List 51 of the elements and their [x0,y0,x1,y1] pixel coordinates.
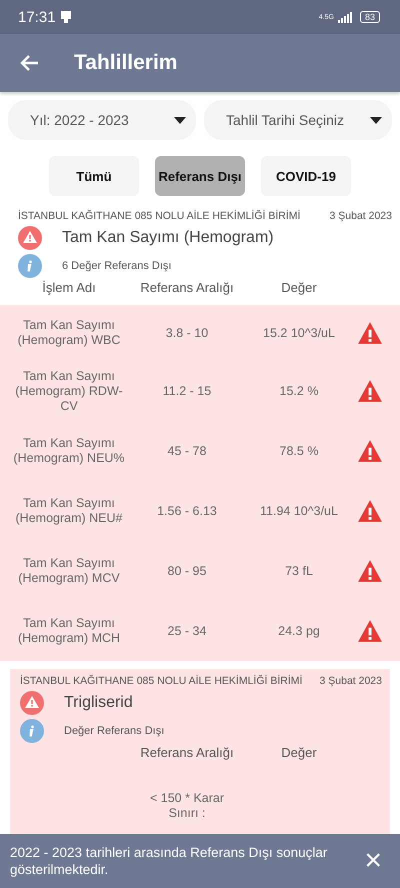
table-cell-text: Tam Kan Sayımı (Hemogram) WBC [16,318,122,348]
table-cell-text: 45 - 78 [166,444,208,458]
info-icon [18,254,42,278]
filter-tab[interactable]: Referans Dışı [155,156,245,196]
screen-title: Tahlillerim [74,51,178,75]
filter-tab[interactable]: Tümü [49,156,139,196]
table-cell-text: Tam Kan Sayımı (Hemogram) MCH [16,616,122,646]
warning-icon [18,226,42,250]
close-button[interactable]: × [358,844,388,878]
back-icon[interactable] [20,53,40,73]
result-date: 3 Şubat 2023 [330,210,392,222]
table-cell-text: 73 fL [284,564,314,578]
facility-name: İSTANBUL KAĞITHANE 085 NOLU AİLE HEKİMLİĞİ BİRİMİ [18,210,300,222]
result-date: 3 Şubat 2023 [320,675,382,687]
column-header: Değer [280,745,318,760]
info-icon [20,719,44,743]
filter-tab[interactable]: COVID-19 [261,156,351,196]
signal-icon [338,12,352,22]
table-cell-text: < 150 * Karar Sınırı : [149,791,226,821]
column-header: İşlem Adı [41,280,97,295]
table-cell-text: 24.3 pg [277,624,321,638]
table-cell-text: 1.56 - 6.13 [156,504,218,518]
table-cell-text: Tam Kan Sayımı (Hemogram) MCV [17,556,121,586]
table-cell-text: Tam Kan Sayımı (Hemogram) RDW-CV [14,368,124,414]
test-title: Tam Kan Sayımı (Hemogram) [62,229,274,247]
table-cell-text: Tam Kan Sayımı (Hemogram) NEU% [12,436,126,466]
battery-indicator: 83 [360,11,380,23]
caret-icon [370,116,382,124]
dropdown[interactable]: Yıl: 2022 - 2023 [8,100,196,140]
table-cell-text: 11.94 10^3/uL [259,504,339,518]
table-cell-text: Tam Kan Sayımı (Hemogram) NEU# [14,496,124,526]
facility-name: İSTANBUL KAĞITHANE 085 NOLU AİLE HEKİMLİĞİ BİRİMİ [20,675,302,687]
snackbar-message: 2022 - 2023 tarihleri arasında Referans Dışı sonuçlar gösterilmektedir. [10,844,328,878]
table-cell-text: 15.2 % [278,384,320,398]
column-header: Değer [280,280,318,295]
notification-icon [60,10,72,24]
column-header: Referans Aralığı [139,745,235,760]
dropdown[interactable]: Tahlil Tarihi Seçiniz [204,100,392,140]
table-cell-text: 3.8 - 10 [164,326,210,340]
status-time: 17:31 [18,8,56,26]
result-summary: Değer Referans Dışı [64,725,164,737]
warning-icon [20,691,44,715]
caret-icon [174,116,186,124]
table-cell-text: 80 - 95 [166,564,208,578]
table-cell-text: 78.5 % [278,444,320,458]
test-title: Trigliserid [64,694,133,712]
table-cell-text: 15.2 10^3/uL [262,326,336,340]
table-cell-text: 11.2 - 15 [162,384,212,398]
column-header: Referans Aralığı [139,280,235,295]
table-cell-text: 25 - 34 [166,624,208,638]
result-summary: 6 Değer Referans Dışı [62,260,172,272]
